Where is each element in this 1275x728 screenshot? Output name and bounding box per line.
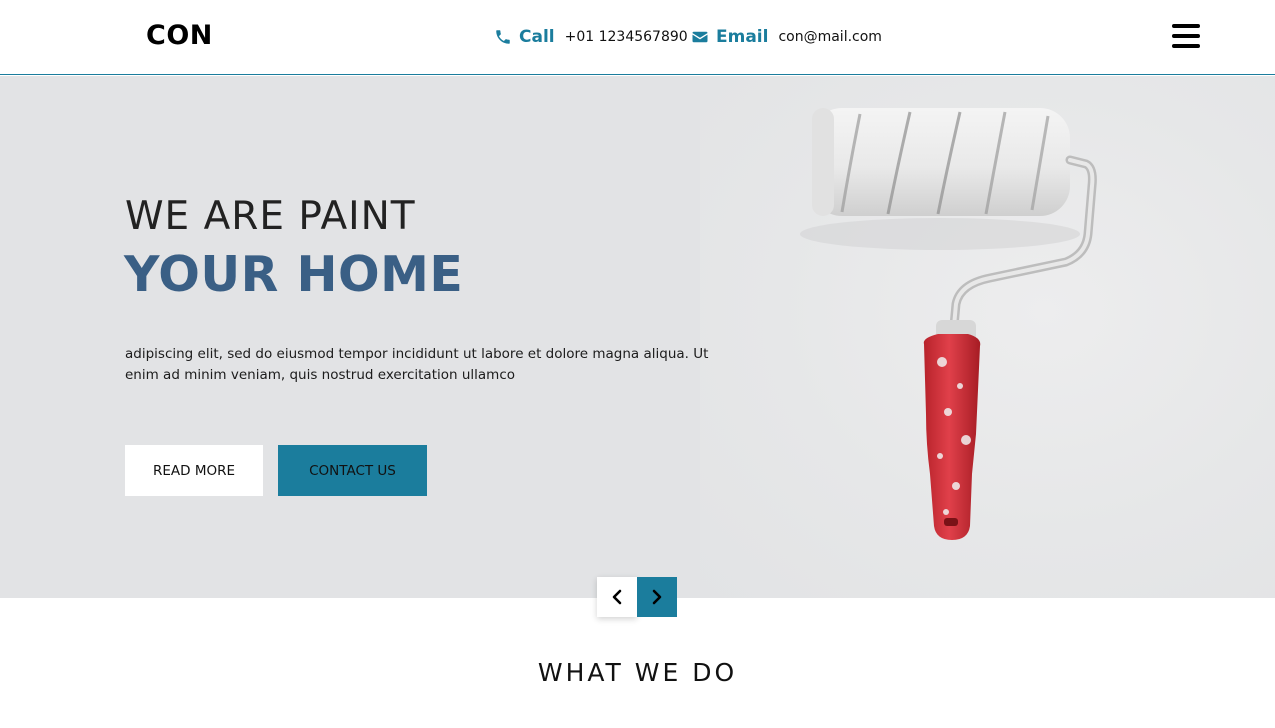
email-label: Email [716, 27, 769, 47]
section-title-what-we-do: WHAT WE DO [537, 658, 738, 687]
hero-description: adipiscing elit, sed do eiusmod tempor i… [125, 346, 709, 383]
slider-next-button[interactable] [637, 577, 677, 617]
call-number[interactable]: +01 1234567890 [565, 29, 688, 45]
hero-title-line2: YOUR HOME [124, 246, 464, 303]
chevron-left-icon [612, 589, 622, 605]
read-more-button[interactable]: READ MORE [125, 445, 263, 496]
slider-prev-button[interactable] [597, 577, 637, 617]
call-contact[interactable]: Call +01 1234567890 [494, 26, 688, 48]
chevron-right-icon [652, 589, 662, 605]
email-contact[interactable]: Email con@mail.com [691, 26, 882, 48]
menu-bar [1172, 44, 1200, 48]
envelope-icon [691, 28, 709, 46]
menu-bar [1172, 34, 1200, 38]
email-address[interactable]: con@mail.com [778, 29, 881, 45]
hamburger-menu-icon[interactable] [1172, 24, 1200, 48]
phone-icon [494, 28, 512, 46]
contact-us-button[interactable]: CONTACT US [278, 445, 427, 496]
call-label: Call [519, 27, 555, 47]
site-header: CON Call +01 1234567890 Email con@mail.c… [0, 0, 1275, 75]
menu-bar [1172, 24, 1200, 28]
site-logo[interactable]: CON [146, 20, 213, 51]
hero-title-line1: WE ARE PAINT [125, 194, 416, 239]
paint-roller-image [800, 108, 1097, 540]
hero-banner: WE ARE PAINT YOUR HOME adipiscing elit, … [0, 76, 1275, 598]
